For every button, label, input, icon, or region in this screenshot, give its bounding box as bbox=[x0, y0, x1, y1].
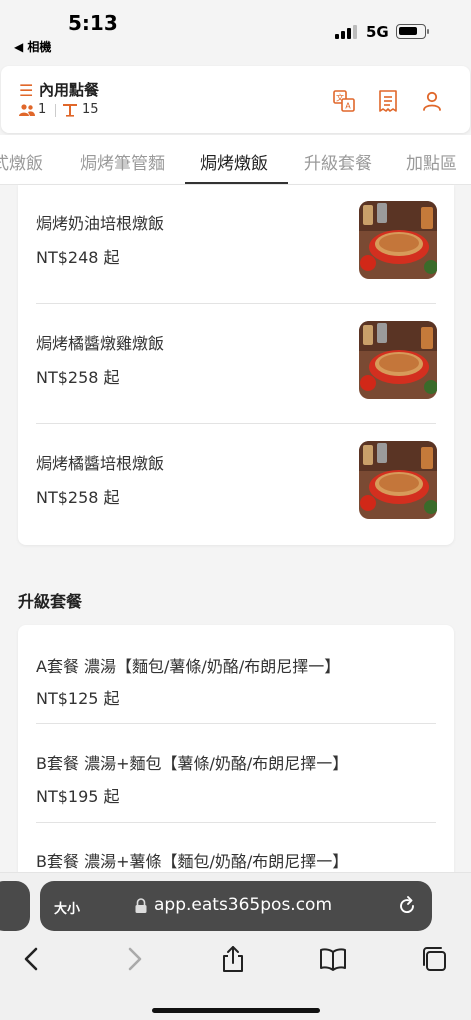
home-indicator bbox=[152, 1008, 320, 1013]
signal-icon bbox=[335, 25, 357, 39]
user-icon[interactable] bbox=[420, 89, 444, 113]
menu-item[interactable]: A套餐 濃湯【麵包/薯條/奶酪/布朗尼擇一】 NT$125 起 bbox=[18, 625, 454, 723]
status-bar: 5:13 ◀ 相機 5G bbox=[0, 0, 471, 62]
table-number: 15 bbox=[82, 102, 99, 117]
address-bar[interactable]: 大小 app.eats365pos.com bbox=[40, 881, 432, 931]
menu-item[interactable]: B套餐 濃湯+麵包【薯條/奶酪/布朗尼擇一】 NT$195 起 bbox=[18, 724, 454, 822]
text-size-button[interactable]: 大小 bbox=[54, 898, 80, 917]
item-name: A套餐 濃湯【麵包/薯條/奶酪/布朗尼擇一】 bbox=[36, 657, 341, 676]
dish-photo bbox=[359, 441, 437, 519]
forward-icon[interactable] bbox=[120, 945, 148, 973]
risotto-list: 焗烤奶油培根燉飯 NT$248 起 焗烤橘醬燉雞燉飯 NT$258 起 焗烤橘醬… bbox=[18, 185, 454, 545]
item-name: 焗烤奶油培根燉飯 bbox=[36, 214, 165, 233]
menu-item[interactable]: 焗烤奶油培根燉飯 NT$248 起 bbox=[18, 185, 454, 303]
tab-upgrade-set[interactable]: 升級套餐 bbox=[304, 149, 372, 174]
translate-icon[interactable]: 文 A bbox=[332, 89, 356, 113]
guests-icon bbox=[19, 104, 35, 116]
item-name: B套餐 濃湯+麵包【薯條/奶酪/布朗尼擇一】 bbox=[36, 754, 349, 773]
table-icon bbox=[63, 104, 77, 117]
guest-count: 1 bbox=[38, 102, 47, 117]
network-type: 5G bbox=[366, 23, 389, 41]
status-time: 5:13 bbox=[68, 11, 118, 35]
page-title: 內用點餐 bbox=[39, 81, 100, 99]
back-to-camera-link[interactable]: ◀ 相機 bbox=[14, 38, 51, 55]
item-price: NT$248 起 bbox=[36, 248, 120, 267]
active-tab-indicator bbox=[185, 182, 288, 184]
section-title-upgrade-set: 升級套餐 bbox=[18, 592, 83, 611]
item-price: NT$125 起 bbox=[36, 689, 120, 708]
item-price: NT$258 起 bbox=[36, 488, 120, 507]
dish-photo bbox=[359, 201, 437, 279]
menu-icon[interactable]: ☰ bbox=[19, 81, 33, 100]
share-icon[interactable] bbox=[219, 945, 247, 973]
tab-risotto[interactable]: 式燉飯 bbox=[0, 149, 43, 174]
previous-tab-preview[interactable] bbox=[0, 881, 30, 931]
menu-item[interactable]: 焗烤橘醬培根燉飯 NT$258 起 bbox=[18, 424, 454, 545]
browser-toolbar: 大小 app.eats365pos.com bbox=[0, 872, 471, 1020]
meta-divider bbox=[55, 104, 56, 117]
item-price: NT$258 起 bbox=[36, 368, 120, 387]
battery-level bbox=[399, 27, 417, 35]
battery-icon bbox=[396, 24, 429, 39]
tab-add-ons[interactable]: 加點區 bbox=[406, 149, 457, 174]
tab-baked-risotto[interactable]: 焗烤燉飯 bbox=[200, 149, 268, 174]
category-tabs: 式燉飯 焗烤筆管麵 焗烤燉飯 升級套餐 加點區 bbox=[0, 135, 471, 185]
bookmarks-icon[interactable] bbox=[319, 945, 347, 973]
svg-text:A: A bbox=[345, 102, 351, 111]
url-text: app.eats365pos.com bbox=[154, 895, 333, 915]
item-name: B套餐 濃湯+薯條【麵包/奶酪/布朗尼擇一】 bbox=[36, 852, 349, 871]
dish-photo bbox=[359, 321, 437, 399]
lock-icon bbox=[135, 898, 147, 913]
reload-icon[interactable] bbox=[396, 895, 418, 917]
tab-baked-penne[interactable]: 焗烤筆管麵 bbox=[80, 149, 165, 174]
receipt-icon[interactable] bbox=[376, 89, 400, 113]
back-icon[interactable] bbox=[18, 945, 46, 973]
item-name: 焗烤橘醬培根燉飯 bbox=[36, 454, 165, 473]
tabs-icon[interactable] bbox=[420, 945, 448, 973]
upgrade-set-list: A套餐 濃湯【麵包/薯條/奶酪/布朗尼擇一】 NT$125 起 B套餐 濃湯+麵… bbox=[18, 625, 454, 885]
menu-item[interactable]: 焗烤橘醬燉雞燉飯 NT$258 起 bbox=[18, 304, 454, 424]
item-name: 焗烤橘醬燉雞燉飯 bbox=[36, 334, 165, 353]
item-price: NT$195 起 bbox=[36, 787, 120, 806]
